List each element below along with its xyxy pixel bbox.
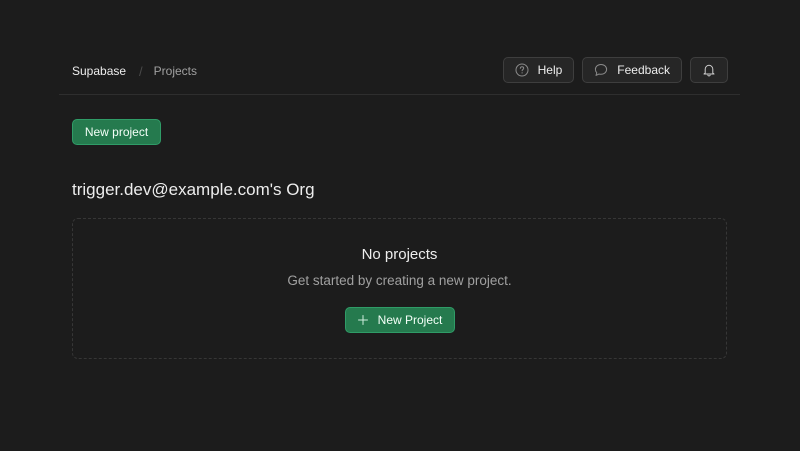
- notifications-button[interactable]: [690, 57, 728, 83]
- app-window: Supabase / Projects Help Feedback New pr…: [0, 0, 800, 451]
- create-new-project-button[interactable]: New Project: [345, 307, 455, 333]
- breadcrumb: Supabase / Projects: [72, 63, 198, 79]
- message-bubble-icon: [593, 62, 609, 78]
- header-actions: Help Feedback: [502, 57, 728, 83]
- bell-icon: [701, 62, 717, 78]
- empty-state-subtitle: Get started by creating a new project.: [287, 273, 512, 288]
- new-project-button[interactable]: New project: [72, 119, 161, 145]
- feedback-button[interactable]: Feedback: [582, 57, 682, 83]
- breadcrumb-current-page: Projects: [153, 64, 198, 78]
- feedback-button-label: Feedback: [617, 63, 670, 77]
- new-project-button-label: New project: [84, 125, 149, 139]
- plus-icon: [357, 315, 368, 325]
- create-new-project-label: New Project: [377, 313, 443, 327]
- empty-projects-panel: No projects Get started by creating a ne…: [72, 218, 727, 359]
- breadcrumb-org-link[interactable]: Supabase: [72, 64, 126, 78]
- question-circle-icon: [514, 62, 530, 78]
- empty-state-title: No projects: [361, 246, 438, 263]
- organization-title: trigger.dev@example.com's Org: [72, 180, 315, 199]
- top-navigation-bar: Supabase / Projects Help Feedback: [59, 57, 740, 95]
- help-button[interactable]: Help: [502, 57, 575, 83]
- help-button-label: Help: [537, 63, 563, 77]
- breadcrumb-separator: /: [139, 63, 143, 79]
